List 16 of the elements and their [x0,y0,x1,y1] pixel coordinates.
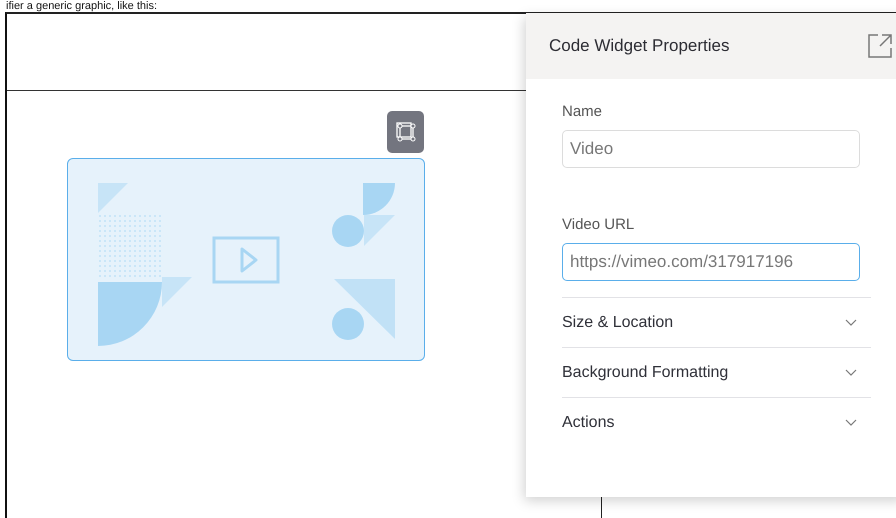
resize-tool-button[interactable] [387,111,424,153]
section-label: Background Formatting [562,364,728,382]
text-input-field[interactable]: Video [562,130,860,168]
caption-text: ifier a generic graphic, like this: [6,0,158,12]
section-label: Actions [562,414,614,432]
section-label: Size & Location [562,314,674,332]
field-label: Name [562,103,604,120]
field-label: Video URL [562,216,636,233]
collapsible-section[interactable]: Actions [562,397,871,447]
collapsible-section[interactable]: Background Formatting [562,347,871,397]
text-input-field[interactable]: https://vimeo.com/317917196 [562,243,860,281]
frame-icon [394,121,416,143]
external-link-icon[interactable] [868,34,892,58]
collapsible-section[interactable]: Size & Location [562,297,871,347]
play-icon [212,236,280,284]
panel-title: Code Widget Properties [549,36,730,56]
